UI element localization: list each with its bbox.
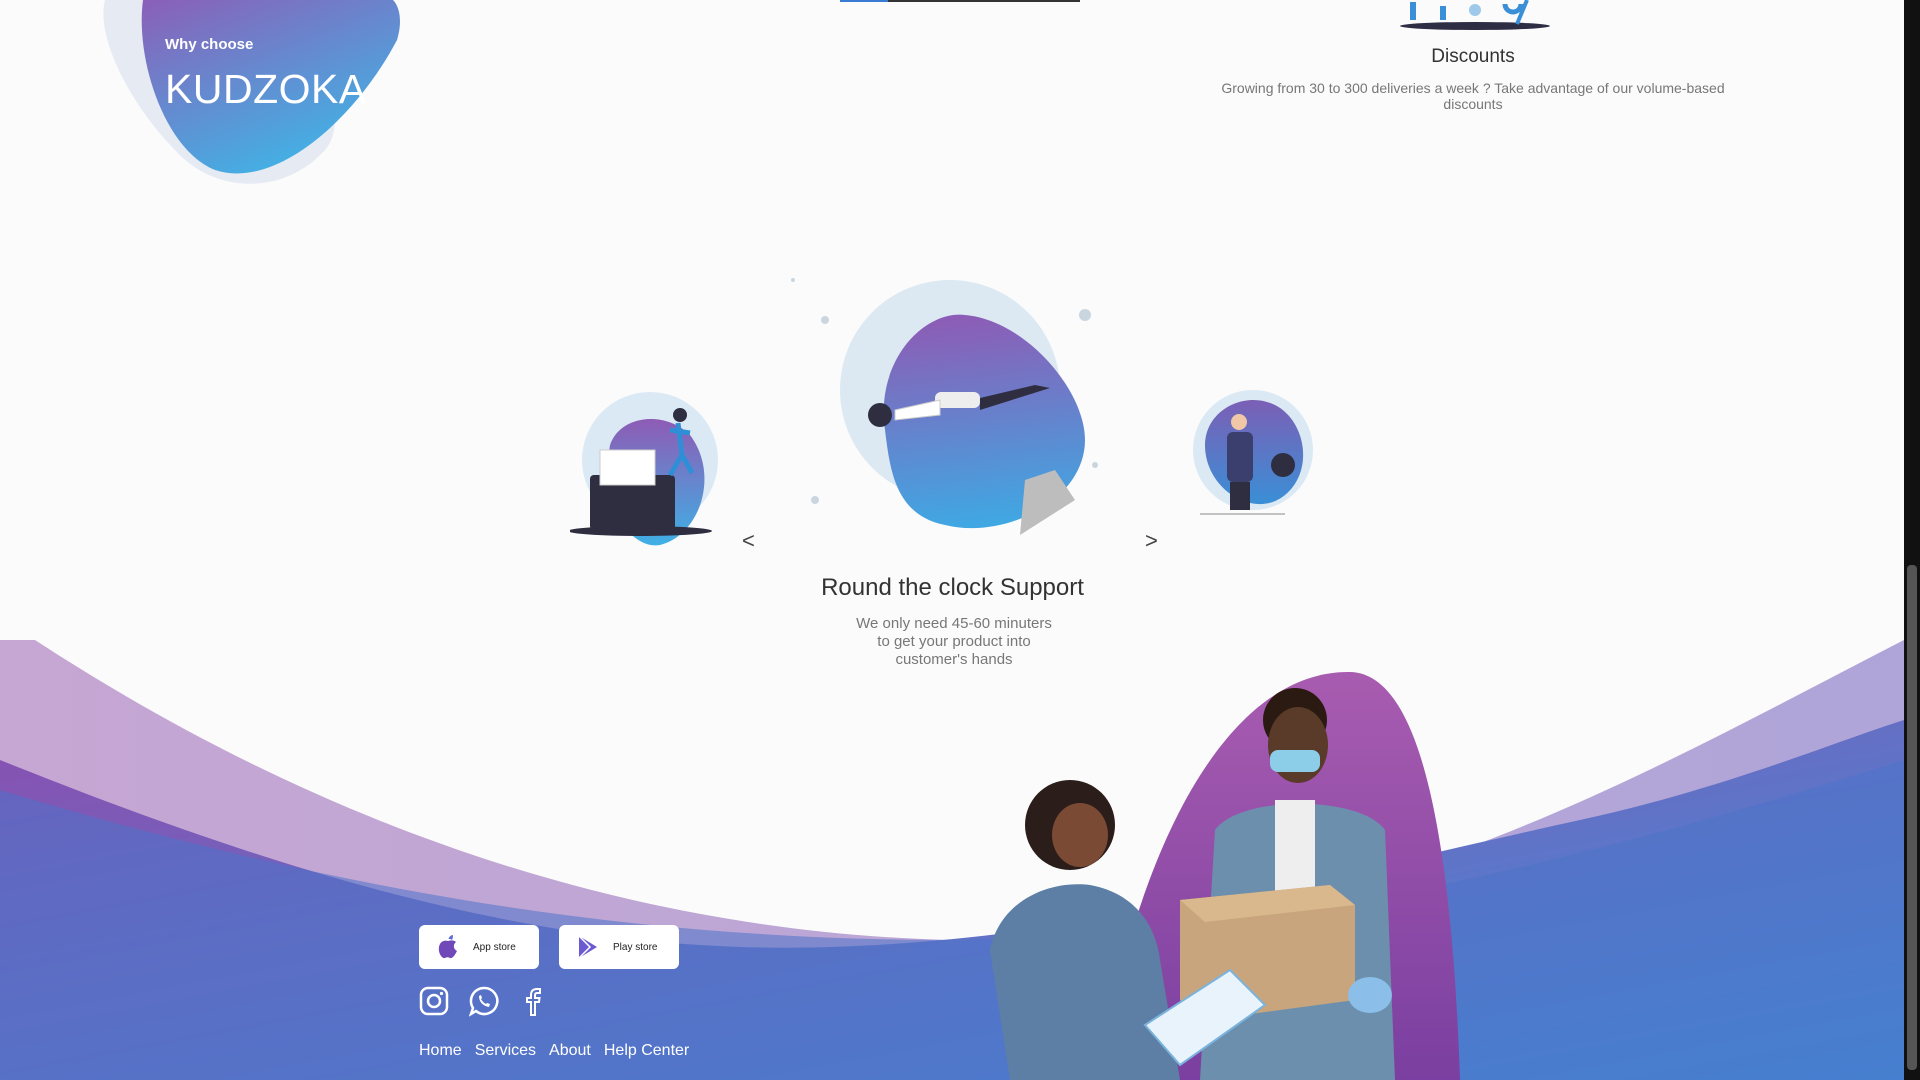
- carousel-illustration-left: [570, 392, 718, 546]
- footer-link-help-center[interactable]: Help Center: [604, 1042, 689, 1060]
- footer-link-home[interactable]: Home: [419, 1042, 462, 1060]
- footer-link-about[interactable]: About: [549, 1042, 591, 1060]
- carousel-illustration-center: [791, 278, 1098, 535]
- carousel-illustration-right: [1193, 390, 1313, 515]
- google-play-icon: [578, 935, 597, 959]
- play-store-button[interactable]: Play store: [559, 925, 679, 969]
- footer-link-services[interactable]: Services: [475, 1042, 536, 1060]
- carousel-slide-title: Round the clock Support: [821, 574, 1084, 601]
- hero-subtitle: Why choose: [165, 36, 254, 53]
- carousel-next-button[interactable]: >: [1145, 528, 1158, 554]
- social-links: [419, 985, 549, 1017]
- whatsapp-icon[interactable]: [469, 985, 499, 1017]
- instagram-icon[interactable]: [419, 985, 449, 1017]
- tab-underline-active: [840, 0, 888, 2]
- carousel-prev-button[interactable]: <: [742, 528, 755, 554]
- footer-wave-background: [0, 640, 1904, 1080]
- discounts-illustration: [1400, 0, 1550, 30]
- footer-nav: Home Services About Help Center: [419, 1042, 689, 1060]
- facebook-icon[interactable]: [519, 985, 549, 1017]
- play-store-label: Play store: [613, 941, 658, 953]
- hero-brand-title: KUDZOKA: [165, 66, 367, 112]
- discounts-text: Growing from 30 to 300 deliveries a week…: [1221, 80, 1725, 112]
- app-store-button[interactable]: App store: [419, 925, 539, 969]
- scrollbar-thumb[interactable]: [1907, 565, 1917, 1070]
- discounts-title: Discounts: [1431, 46, 1515, 67]
- app-store-label: App store: [473, 941, 516, 953]
- delivery-photo: [990, 671, 1460, 1080]
- apple-icon: [438, 935, 457, 959]
